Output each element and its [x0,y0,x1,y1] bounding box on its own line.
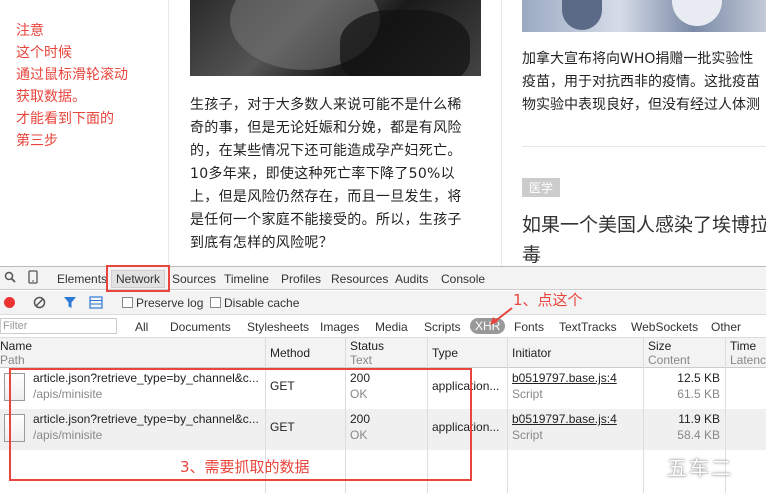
note-line: 才能看到下面的 [16,111,114,127]
article-line: 加拿大宣布将向WHO捐赠一批实验性 [522,51,754,67]
article-line: 疫苗，用于对抗西非的疫情。这批疫苗 [522,74,760,90]
content-size: 58.4 KB [677,428,720,442]
arrow-icon [490,307,513,325]
filter-other[interactable]: Other [711,320,741,334]
article-summary: 加拿大宣布将向WHO捐赠一批实验性 疫苗，用于对抗西非的疫情。这批疫苗 物实验中… [522,48,766,117]
headline-line: 如果一个美国人感染了埃博拉 [522,214,766,236]
network-toolbar: Preserve log Disable cache [0,291,766,315]
column-header-time[interactable]: Time Latency [730,339,766,367]
resource-type-filter-bar: Filter All Documents Stylesheets Images … [0,315,766,338]
column-subtitle: Path [0,353,25,367]
filter-stylesheets[interactable]: Stylesheets [247,320,309,334]
request-size: 12.5 KB 61.5 KB [640,370,720,402]
clear-icon[interactable] [33,296,46,312]
article-photo[interactable] [522,0,766,32]
filter-media[interactable]: Media [375,320,408,334]
column-header-name[interactable]: Name Path [0,339,32,367]
note-line: 通过鼠标滑轮滚动 [16,67,128,83]
step1-annotation: 1、点这个 [513,291,583,309]
tab-sources[interactable]: Sources [172,272,216,286]
note-line: 注意 [16,23,44,39]
column-subtitle: Content [648,353,691,367]
step3-annotation: 3、需要抓取的数据 [180,458,310,476]
tab-audits[interactable]: Audits [395,272,428,286]
article-line: 的，在某些情况下还可能造成孕产妇死亡。 [190,143,462,159]
article-line: 到底有怎样的风险呢？ [190,235,333,251]
view-list-icon[interactable] [89,296,103,312]
tab-timeline[interactable]: Timeline [224,272,269,286]
request-size: 11.9 KB 58.4 KB [640,411,720,443]
column-header-method[interactable]: Method [270,346,310,360]
content-size: 61.5 KB [677,387,720,401]
tab-profiles[interactable]: Profiles [281,272,321,286]
article-line: 奇的事，但是无论妊娠和分娩，都是有风险 [190,120,462,136]
column-header-status[interactable]: Status Text [350,339,384,367]
filter-scripts[interactable]: Scripts [424,320,461,334]
initiator-type: Script [512,428,543,442]
column-divider[interactable] [507,338,508,493]
column-title: Status [350,339,385,353]
article-line: 是任何一个家庭不能接受的。所以，生孩子 [190,212,462,228]
instruction-note: 注意 这个时候 通过鼠标滑轮滚动 获取数据。 才能看到下面的 第三步 [16,20,128,152]
article-line: 10多年来，即使这种死亡率下降了50%以 [190,166,455,182]
tab-console[interactable]: Console [441,272,485,286]
initiator-type: Script [512,387,543,401]
preserve-log-label: Preserve log [136,296,204,310]
web-page-content: 注意 这个时候 通过鼠标滑轮滚动 获取数据。 才能看到下面的 第三步 生孩子，对… [0,0,766,266]
column-subtitle: Latency [730,353,766,367]
note-line: 第三步 [16,133,58,149]
filter-documents[interactable]: Documents [170,320,231,334]
article-line: 上，但是风险仍然存在，而且一旦发生，将 [190,189,462,205]
filter-websockets[interactable]: WebSockets [631,320,698,334]
headline-line: 毒 [522,244,542,266]
column-header-size[interactable]: Size Content [648,339,690,367]
article-line: 生孩子，对于大多数人来说可能不是什么稀 [190,97,462,113]
table-header: Name Path Method Status Text Type Initia… [0,338,766,368]
filter-icon[interactable] [63,296,77,312]
article-headline[interactable]: 如果一个美国人感染了埃博拉 毒 [522,210,766,266]
preserve-log-checkbox[interactable] [122,297,133,308]
record-icon[interactable] [3,296,16,312]
column-header-initiator[interactable]: Initiator [512,346,551,360]
network-tab-highlight-box [106,265,170,292]
watermark: 五车二 [667,456,733,480]
request-initiator: b0519797.base.js:4 Script [512,370,617,402]
column-title: Name [0,339,33,353]
disable-cache-label: Disable cache [224,296,300,310]
tab-resources[interactable]: Resources [331,272,388,286]
divider [522,146,766,147]
filter-texttracks[interactable]: TextTracks [559,320,617,334]
column-divider[interactable] [643,338,644,493]
filter-all[interactable]: All [135,320,148,334]
article-text: 生孩子，对于大多数人来说可能不是什么稀 奇的事，但是无论妊娠和分娩，都是有风险 … [190,94,482,255]
column-subtitle: Text [350,353,373,367]
filter-input[interactable]: Filter [0,318,117,334]
note-line: 这个时候 [16,45,72,61]
disable-cache-checkbox[interactable] [210,297,221,308]
note-line: 获取数据。 [16,89,86,105]
category-tag[interactable]: 医学 [522,178,561,197]
article-line: 物实验中表现良好，但没有经过人体测 [522,97,760,113]
initiator-link[interactable]: b0519797.base.js:4 [512,411,617,427]
article-photo[interactable] [190,0,481,76]
column-header-type[interactable]: Type [432,346,458,360]
column-divider [168,0,169,266]
column-title: Size [648,339,672,353]
search-icon[interactable] [4,271,16,286]
request-initiator: b0519797.base.js:4 Script [512,411,617,443]
filter-images[interactable]: Images [320,320,359,334]
filter-fonts[interactable]: Fonts [514,320,544,334]
device-mode-icon[interactable] [28,270,38,287]
column-divider [501,0,502,266]
initiator-link[interactable]: b0519797.base.js:4 [512,370,617,386]
tab-elements[interactable]: Elements [57,272,107,286]
column-title: Time [730,339,757,353]
